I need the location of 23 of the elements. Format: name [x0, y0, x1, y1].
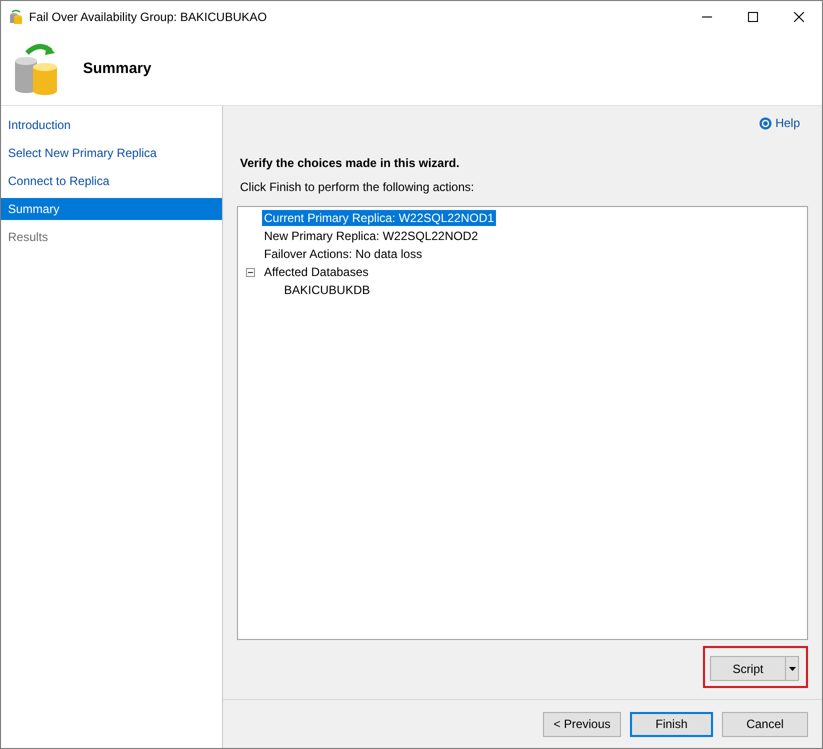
sidebar-item[interactable]: Select New Primary Replica — [1, 142, 222, 164]
sidebar-item[interactable]: Introduction — [1, 114, 222, 136]
wizard-button[interactable]: Cancel — [722, 712, 808, 736]
tree-item[interactable]: New Primary Replica: W22SQL22NOD2 — [262, 228, 480, 244]
database-icon — [9, 8, 23, 24]
tree-item[interactable]: Current Primary Replica: W22SQL22NOD1 — [262, 210, 496, 226]
window-title: Fail Over Availability Group: BAKICUBUKAO — [29, 10, 268, 24]
instruction-text: Click Finish to perform the following actions: — [239, 180, 476, 194]
tree-item[interactable]: Affected Databases — [262, 264, 371, 280]
help-link[interactable]: Help — [759, 112, 800, 134]
wizard-button[interactable]: < Previous — [543, 712, 621, 736]
tree-item[interactable]: BAKICUBUKDB — [282, 282, 372, 298]
help-icon — [759, 116, 772, 130]
collapse-icon[interactable] — [246, 268, 255, 277]
tree-item[interactable]: Failover Actions: No data loss — [262, 246, 424, 262]
dropdown-button[interactable] — [786, 656, 799, 681]
page-title: Summary — [83, 60, 152, 77]
sidebar-item[interactable]: Summary — [1, 198, 222, 220]
sidebar-item[interactable]: Connect to Replica — [1, 170, 222, 192]
wizard-button[interactable]: Finish — [630, 712, 713, 736]
caret-icon — [788, 666, 796, 670]
section-heading: Verify the choices made in this wizard. — [239, 156, 460, 170]
script-button[interactable]: Script — [710, 656, 786, 681]
